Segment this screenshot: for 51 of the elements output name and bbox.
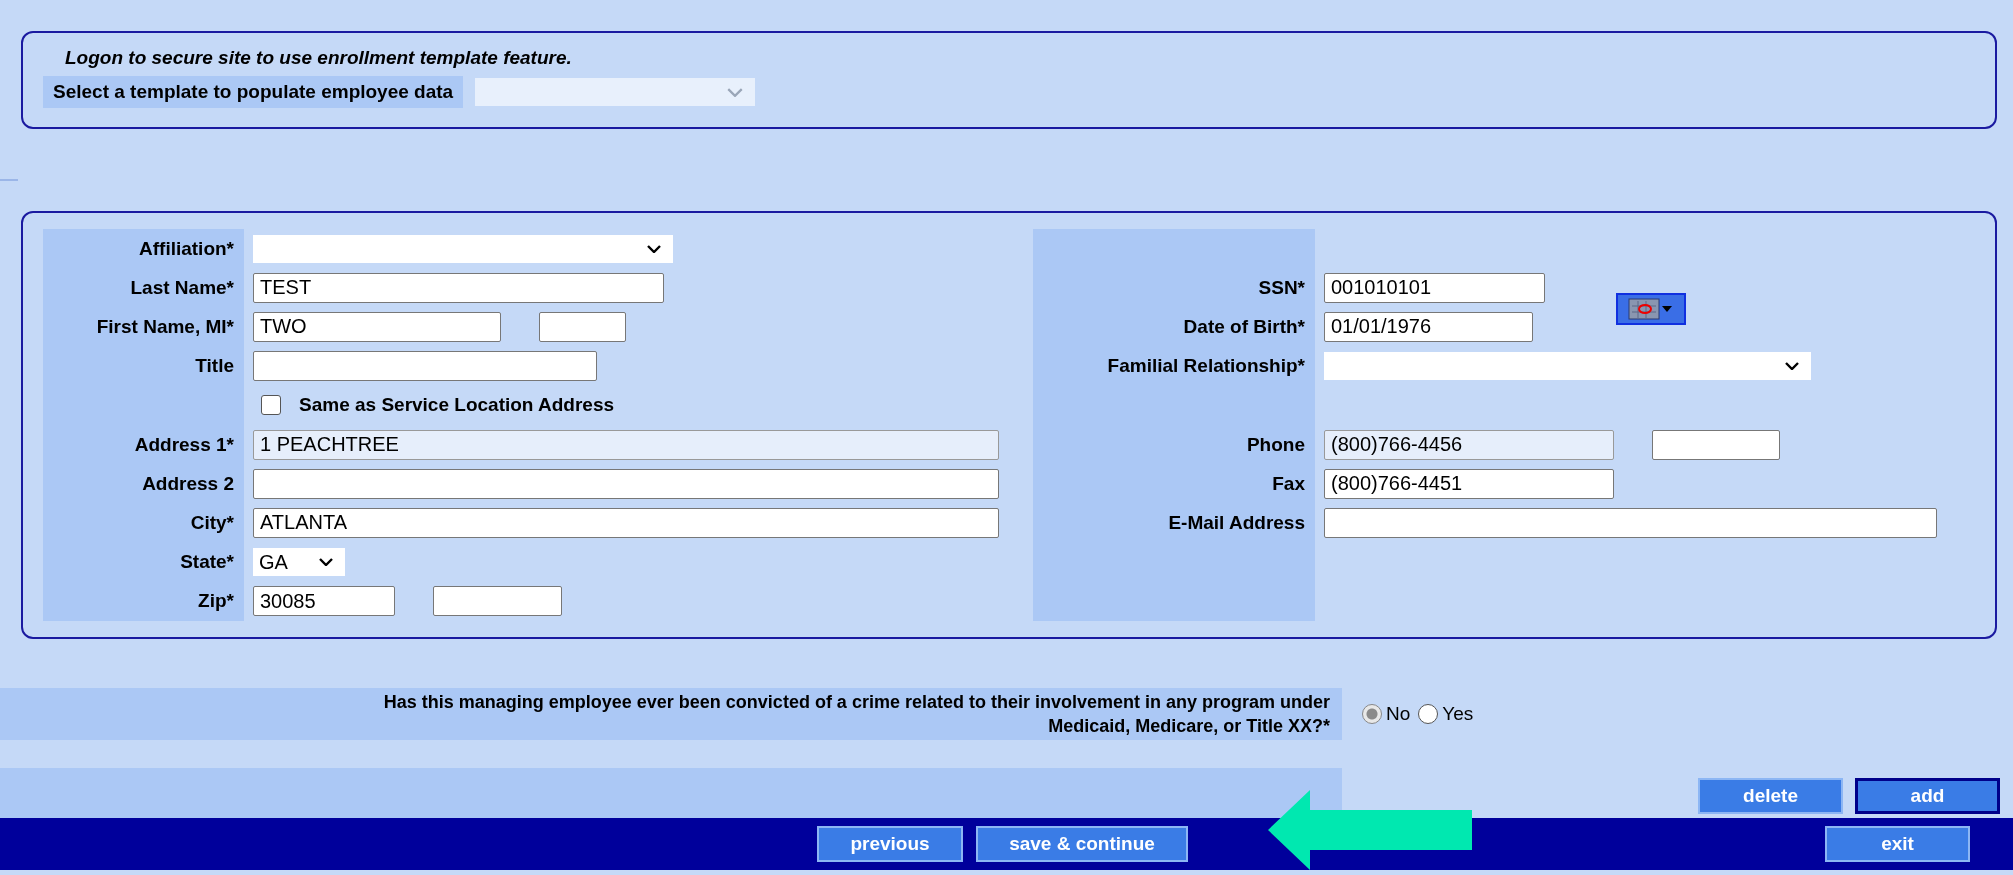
input-field[interactable]: 30085 xyxy=(253,586,395,617)
select-field[interactable] xyxy=(253,234,673,263)
input-field[interactable] xyxy=(539,311,626,342)
input-field[interactable]: 001010101 xyxy=(1324,272,1545,303)
field-label: City* xyxy=(190,511,234,534)
checkbox[interactable] xyxy=(261,395,281,416)
nav-button[interactable]: previous xyxy=(817,826,963,862)
select-field[interactable] xyxy=(1324,352,1811,381)
notice-text: Logon to secure site to use enrollment template feature. xyxy=(64,47,573,70)
field-label: Familial Relationship* xyxy=(1107,355,1305,378)
radio-label: Yes xyxy=(1442,703,1474,725)
question-text: Has this managing employee ever been convicted of a crime related to their involvement in any program under Medicaid, Medicare, or Title XX?* xyxy=(0,688,1342,740)
field-label: E-Mail Address xyxy=(1168,511,1305,534)
calendar-icon xyxy=(1628,297,1674,320)
field-label: Zip* xyxy=(198,590,234,613)
calendar-button[interactable] xyxy=(1616,292,1686,325)
field-label: Last Name* xyxy=(130,276,234,299)
field-label: Date of Birth* xyxy=(1183,315,1305,338)
input-field[interactable]: (800)766-4451 xyxy=(1324,468,1614,499)
nav-button[interactable]: save & continue xyxy=(976,826,1188,862)
field-label: Title xyxy=(195,355,234,378)
radio-button[interactable] xyxy=(1362,704,1382,724)
select-field[interactable]: GA xyxy=(253,548,345,577)
input-field[interactable] xyxy=(1324,507,1937,538)
input-field[interactable]: 01/01/1976 xyxy=(1324,311,1533,342)
chevron-icon xyxy=(647,244,661,253)
chevron-icon xyxy=(727,87,744,97)
field-label: State* xyxy=(180,551,234,574)
action-button[interactable]: delete xyxy=(1698,778,1843,814)
field-label: Phone xyxy=(1246,433,1305,456)
input-field[interactable]: ATLANTA xyxy=(253,507,999,538)
chevron-icon xyxy=(319,558,333,567)
nav-button[interactable]: exit xyxy=(1825,826,1970,862)
input-field[interactable] xyxy=(1652,429,1780,460)
input-field[interactable] xyxy=(253,351,597,382)
checkbox-label: Same as Service Location Address xyxy=(299,394,615,417)
input-field[interactable]: TEST xyxy=(253,272,664,303)
radio-label: No xyxy=(1386,703,1411,725)
action-button[interactable]: add xyxy=(1855,778,2000,814)
field-label: Affiliation* xyxy=(139,237,234,260)
field-label: Fax xyxy=(1272,472,1305,495)
field-label: Address 1* xyxy=(134,433,234,456)
field-label: SSN* xyxy=(1258,276,1305,299)
chevron-icon xyxy=(1785,362,1799,371)
input-field[interactable] xyxy=(433,586,562,617)
field-label: Address 2 xyxy=(142,472,234,495)
field-label: First Name, MI* xyxy=(96,315,234,338)
template-label: Select a template to populate employee data xyxy=(43,76,464,108)
input-field[interactable]: TWO xyxy=(253,311,501,342)
radio-button[interactable] xyxy=(1418,704,1439,724)
input-field[interactable] xyxy=(253,468,999,499)
